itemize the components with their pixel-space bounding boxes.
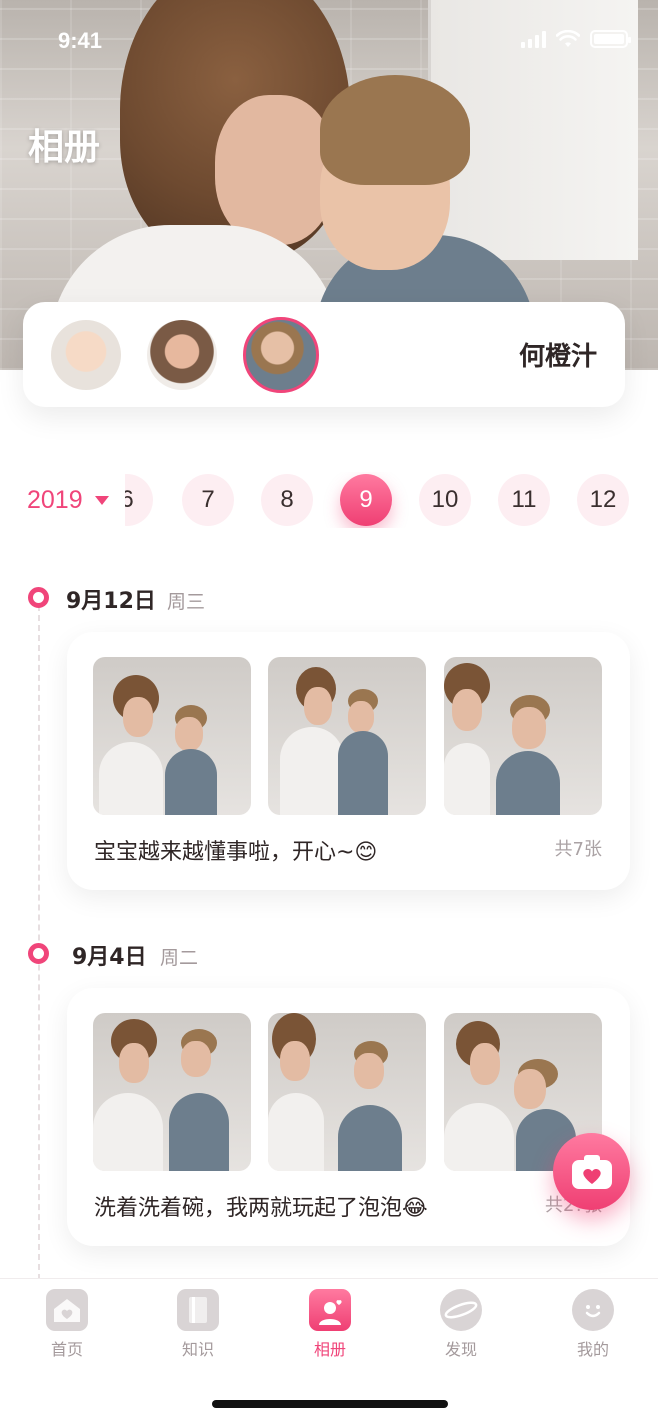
entry-photo[interactable] <box>268 1013 426 1171</box>
entry-weekday: 周三 <box>167 591 206 613</box>
girl-avatar[interactable] <box>147 319 217 390</box>
tab-knowledge[interactable]: 知识 <box>158 1289 238 1360</box>
book-icon <box>177 1289 219 1331</box>
entry-photo[interactable] <box>93 657 251 815</box>
camera-button[interactable] <box>553 1133 630 1210</box>
boy-avatar-selected[interactable] <box>243 316 319 393</box>
baby-avatar[interactable] <box>51 319 121 390</box>
page-title: 相册 <box>28 127 101 168</box>
month-item[interactable]: 10 <box>419 474 471 526</box>
profile-card: 何橙汁 <box>23 302 625 407</box>
year-label: 2019 <box>27 485 83 514</box>
timeline-dot <box>28 943 49 964</box>
month-item[interactable]: 6 <box>125 474 153 526</box>
month-item[interactable]: 12 <box>577 474 629 526</box>
tab-home[interactable]: 首页 <box>27 1289 107 1360</box>
tab-label: 知识 <box>181 1340 214 1359</box>
entry-weekday: 周二 <box>160 947 199 969</box>
entry-card[interactable]: 洗着洗着碗，我两就玩起了泡泡😂 共2?张 <box>67 988 630 1246</box>
camera-heart-icon <box>571 1154 612 1189</box>
entry-card[interactable]: 宝宝越来越懂事啦，开心~😊 共7张 <box>67 632 630 890</box>
month-item[interactable]: 8 <box>261 474 313 526</box>
entry-date: 9月4日 <box>72 945 147 970</box>
entry-caption: 宝宝越来越懂事啦，开心~😊 <box>94 840 378 865</box>
entry-date: 9月12日 <box>66 589 156 614</box>
tab-album[interactable]: 相册 <box>290 1289 370 1360</box>
tab-discover[interactable]: 发现 <box>421 1289 501 1360</box>
hero-woman-face <box>215 95 335 245</box>
tab-label: 首页 <box>50 1340 83 1359</box>
tab-profile[interactable]: 我的 <box>553 1289 633 1360</box>
status-time: 9:41 <box>58 28 103 53</box>
tab-label: 相册 <box>313 1340 346 1359</box>
caret-down-icon <box>94 495 109 505</box>
tab-label: 我的 <box>576 1340 609 1359</box>
month-list: 6 7 8 9 10 11 12 <box>125 472 658 528</box>
smile-icon <box>572 1289 614 1331</box>
status-icons <box>521 30 631 48</box>
tab-label: 发现 <box>444 1340 477 1359</box>
entry-photo[interactable] <box>444 657 602 815</box>
planet-icon <box>440 1289 482 1331</box>
profile-name: 何橙汁 <box>518 342 597 372</box>
month-selector: 2019 6 7 8 9 10 11 12 <box>0 472 658 528</box>
year-picker[interactable]: 2019 <box>27 472 109 528</box>
entry-photo-count: 共7张 <box>554 839 602 860</box>
wifi-icon <box>556 30 580 47</box>
album-icon <box>309 1289 351 1331</box>
entry-caption: 洗着洗着碗，我两就玩起了泡泡😂 <box>94 1196 428 1221</box>
cellular-signal-icon <box>521 30 546 48</box>
hero-boy-hair <box>320 75 470 185</box>
month-item-selected[interactable]: 9 <box>340 474 392 526</box>
month-item[interactable]: 7 <box>182 474 234 526</box>
timeline-dot <box>28 587 49 608</box>
month-item[interactable]: 11 <box>498 474 550 526</box>
home-indicator <box>212 1400 448 1408</box>
entry-photo[interactable] <box>268 657 426 815</box>
battery-icon <box>590 30 631 48</box>
home-icon <box>46 1289 88 1331</box>
entry-photo[interactable] <box>93 1013 251 1171</box>
